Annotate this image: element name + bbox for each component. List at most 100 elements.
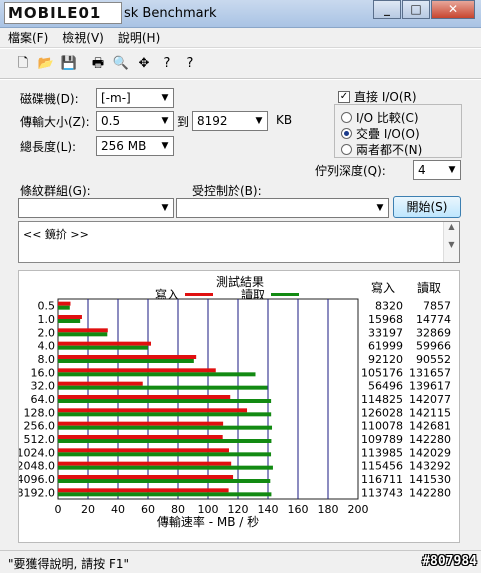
y-tick-label: 32.0 <box>31 380 56 393</box>
radio-neither[interactable]: 兩者都不(N) <box>341 141 422 158</box>
description-scrollbar[interactable]: ▲ ▼ <box>443 222 459 262</box>
read-value: 131657 <box>409 366 451 379</box>
write-value: 116711 <box>361 473 403 486</box>
read-bar <box>58 385 268 390</box>
y-tick-label: 1024.0 <box>19 446 55 459</box>
read-value: 142681 <box>409 420 451 433</box>
stripe-group-label: 條紋群組(G): <box>20 184 91 198</box>
x-tick-label: 40 <box>111 503 125 516</box>
read-value: 14774 <box>416 313 451 326</box>
transfer-from-select[interactable]: 0.5 ▼ <box>96 111 174 131</box>
logo: MOBILE01 <box>4 2 122 24</box>
read-value: 141530 <box>409 473 451 486</box>
read-value: 142115 <box>409 406 451 419</box>
total-length-select[interactable]: 256 MB ▼ <box>96 136 174 156</box>
y-tick-label: 0.5 <box>38 300 56 313</box>
chevron-down-icon: ▼ <box>376 203 384 213</box>
results-panel: 測試結果 寫入 讀取 寫入 讀取 0 20 40 60 80 100 120 140 160 18… <box>18 270 460 543</box>
x-tick-label: 140 <box>258 503 279 516</box>
checkbox-box[interactable]: ✓ <box>338 90 350 103</box>
y-tick-label: 256.0 <box>24 420 56 433</box>
read-bar <box>58 439 272 443</box>
description-textarea[interactable]: << 鏡扴 >> ▲ ▼ <box>18 221 460 263</box>
watermark: #807984 <box>422 554 477 569</box>
y-tick-label: 64.0 <box>31 393 56 406</box>
print-icon[interactable]: 🖶 <box>89 55 107 73</box>
read-bar <box>58 345 148 350</box>
chevron-down-icon: ▼ <box>161 116 169 126</box>
window-controls: _ □ ✕ <box>372 0 475 19</box>
print-preview-icon[interactable]: 🔍 <box>112 55 130 73</box>
direct-io-checkbox[interactable]: ✓ 直接 I/O(R) <box>338 88 417 105</box>
minimize-button[interactable]: _ <box>373 0 401 19</box>
context-help-icon[interactable]: ? <box>181 55 199 73</box>
title-bar: MOBILE01 sk Benchmark _ □ ✕ <box>0 0 481 28</box>
toolbar: 🗋 📂 💾 🖶 🔍 ✥ ? ? <box>0 49 481 79</box>
save-icon[interactable]: 💾 <box>60 55 78 73</box>
write-value: 113743 <box>361 486 403 499</box>
write-value: 15968 <box>368 313 403 326</box>
read-value: 139617 <box>409 380 451 393</box>
move-icon[interactable]: ✥ <box>135 55 153 73</box>
write-bar <box>58 461 232 466</box>
x-axis-label: 傳輸速率 - MB / 秒 <box>157 514 259 529</box>
close-button[interactable]: ✕ <box>431 0 475 19</box>
direct-io-label: 直接 I/O(R) <box>354 90 417 104</box>
queue-depth-select[interactable]: 4 ▼ <box>413 160 461 180</box>
total-length-label: 總長度(L): <box>20 140 77 154</box>
write-bar <box>58 408 248 413</box>
chevron-down-icon: ▼ <box>161 141 169 151</box>
open-icon[interactable]: 📂 <box>37 55 55 73</box>
y-tick-label: 128.0 <box>24 406 56 419</box>
menu-bar: 檔案(F) 檢視(V) 說明(H) <box>0 28 481 48</box>
write-bar <box>58 381 143 386</box>
queue-depth-label: 佇列深度(Q): <box>315 164 386 178</box>
radio-button-selected-icon[interactable] <box>341 128 352 139</box>
read-value: 90552 <box>416 353 451 366</box>
transfer-to-select[interactable]: 8192 ▼ <box>192 111 268 131</box>
read-value: 142029 <box>409 446 451 459</box>
radio-io-compare[interactable]: I/O 比較(C) <box>341 109 419 126</box>
write-bar <box>58 355 197 359</box>
menu-file[interactable]: 檔案(F) <box>8 29 48 46</box>
read-bar <box>58 372 256 377</box>
read-bar <box>58 452 272 457</box>
read-value: 59966 <box>416 340 451 353</box>
controlled-by-select[interactable]: ▼ <box>176 198 389 218</box>
write-value: 33197 <box>368 326 403 339</box>
x-tick-label: 200 <box>348 503 369 516</box>
write-value: 109789 <box>361 433 403 446</box>
write-bar <box>58 448 229 453</box>
to-label: 到 <box>177 115 190 129</box>
y-tick-label: 4.0 <box>38 340 56 353</box>
read-bar <box>58 425 273 430</box>
radio-button-icon[interactable] <box>341 112 352 123</box>
write-value: 56496 <box>368 380 403 393</box>
main-panel: 磁碟機(D): [-m-] ▼ 傳輸大小(Z): 0.5 ▼ 到 8192 ▼ … <box>0 80 481 550</box>
new-icon[interactable]: 🗋 <box>14 55 32 73</box>
menu-help[interactable]: 說明(H) <box>118 29 160 46</box>
stripe-group-select[interactable]: ▼ <box>18 198 174 218</box>
drive-select[interactable]: [-m-] ▼ <box>96 88 174 108</box>
maximize-button[interactable]: □ <box>402 0 430 19</box>
radio-button-icon[interactable] <box>341 144 352 155</box>
y-tick-label: 16.0 <box>31 366 56 379</box>
help-icon[interactable]: ? <box>158 55 176 73</box>
read-value: 32869 <box>416 326 451 339</box>
write-value: 8320 <box>375 300 403 313</box>
io-mode-group: I/O 比較(C) 交疊 I/O(O) 兩者都不(N) <box>334 104 462 158</box>
transfer-size-label: 傳輸大小(Z): <box>20 115 90 129</box>
chevron-down-icon: ▼ <box>255 116 263 126</box>
start-button[interactable]: 開始(S) <box>393 196 461 218</box>
read-bar <box>58 479 271 483</box>
write-bar <box>58 341 151 346</box>
read-bar <box>58 399 272 403</box>
status-text: "要獲得說明, 請按 F1" <box>8 557 130 571</box>
y-tick-label: 1.0 <box>38 313 56 326</box>
write-value: 105176 <box>361 366 403 379</box>
radio-overlapped-io[interactable]: 交疊 I/O(O) <box>341 125 420 142</box>
menu-view[interactable]: 檢視(V) <box>62 29 104 46</box>
x-tick-label: 20 <box>81 503 95 516</box>
write-bar <box>58 435 223 439</box>
radio-io-compare-label: I/O 比較(C) <box>356 111 419 125</box>
